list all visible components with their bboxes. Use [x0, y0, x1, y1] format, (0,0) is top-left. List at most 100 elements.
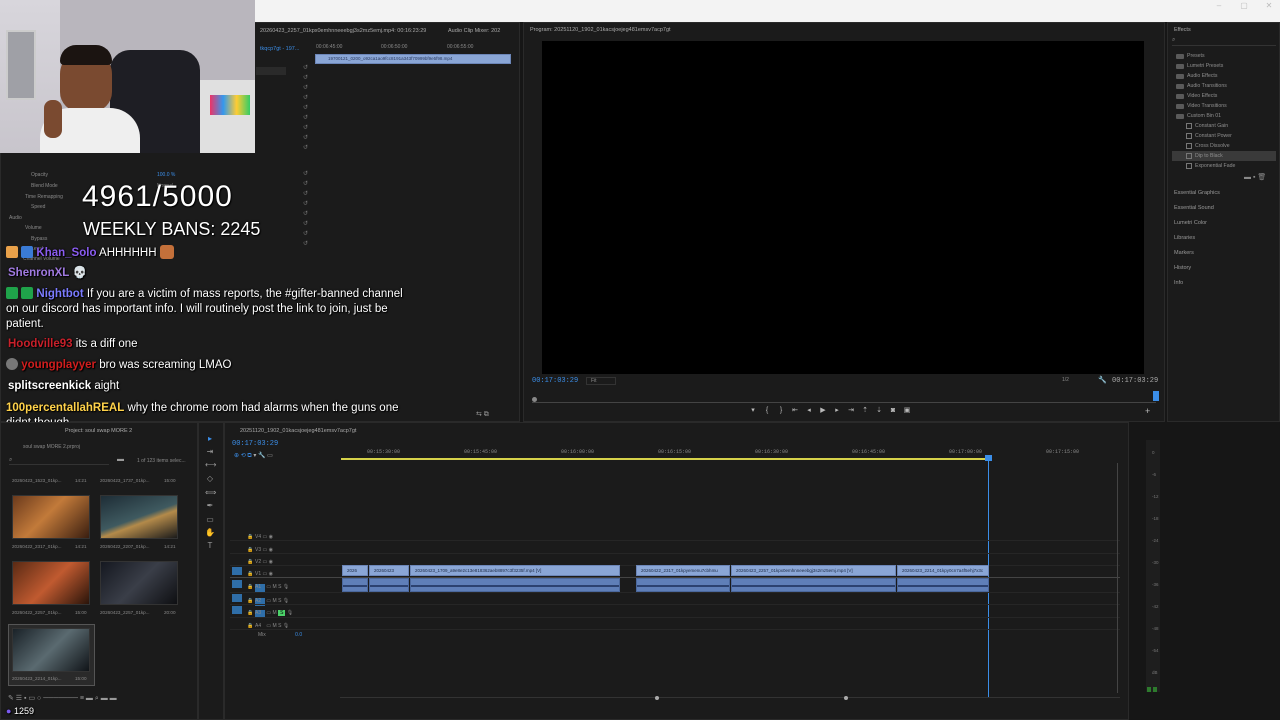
- video-clip[interactable]: 20260423_2257_01kpx0emhnneeebgj3s2mz5emj…: [731, 565, 896, 576]
- effects-search[interactable]: ⌕: [1172, 37, 1276, 46]
- timeline-options[interactable]: ⊕ ⟲ ⧉ ▾ 🔧 ▭: [234, 452, 273, 460]
- timeline-vscroll[interactable]: [1117, 463, 1122, 693]
- minimize-button[interactable]: –: [1208, 0, 1230, 14]
- rectangle-icon[interactable]: ▭: [205, 515, 215, 525]
- effects-tree-item[interactable]: Constant Power: [1172, 131, 1276, 141]
- project-tab[interactable]: Project: soul swap MORE 2: [61, 425, 161, 437]
- fit-dropdown[interactable]: Fit: [586, 377, 616, 385]
- go-to-out-icon[interactable]: ⇥: [844, 406, 858, 416]
- program-video[interactable]: [542, 41, 1144, 374]
- play-icon[interactable]: ▶: [816, 406, 830, 416]
- selection-tool-icon[interactable]: ▸: [205, 434, 215, 444]
- chat-username[interactable]: ShenronXL: [8, 267, 69, 279]
- effects-tree-item[interactable]: Presets: [1172, 51, 1276, 61]
- ripple-edit-icon[interactable]: ⟷: [205, 460, 216, 470]
- program-timecode[interactable]: 00:17:03:29: [532, 377, 578, 385]
- source-clip[interactable]: 19700121_0200_o92ca1ao9fcc8191a343f70999…: [315, 54, 511, 64]
- project-thumbnail[interactable]: [12, 495, 90, 539]
- panel-link[interactable]: Lumetri Color: [1168, 216, 1280, 231]
- opacity-value[interactable]: 100.0 %: [157, 172, 175, 178]
- video-track-header[interactable]: 🔒 V3 ▭ ◉: [232, 543, 312, 553]
- audio-clip[interactable]: [342, 578, 368, 592]
- audio-track-header[interactable]: 🔒 A3 ▭ M S 🎙: [232, 606, 327, 618]
- razor-icon[interactable]: ◇: [205, 474, 215, 484]
- step-forward-icon[interactable]: ▸: [830, 406, 844, 416]
- effects-tree-item[interactable]: Dip to Black: [1172, 151, 1276, 161]
- go-to-in-icon[interactable]: ⇤: [788, 406, 802, 416]
- resolution-dropdown[interactable]: 1/2: [1062, 377, 1069, 383]
- maximize-button[interactable]: ▢: [1233, 0, 1255, 14]
- chat-username[interactable]: Hoodville93: [8, 338, 73, 350]
- scroll-handle-right[interactable]: [844, 696, 848, 700]
- audio-clip[interactable]: [636, 578, 730, 592]
- in-marker[interactable]: [532, 397, 537, 402]
- video-track-header[interactable]: 🔒 V2 ▭ ◉: [232, 555, 312, 565]
- wrench-icon[interactable]: 🔧: [1098, 376, 1107, 384]
- effects-title[interactable]: Effects: [1170, 24, 1250, 36]
- effects-tree-item[interactable]: Audio Effects: [1172, 71, 1276, 81]
- panel-link[interactable]: Info: [1168, 276, 1280, 291]
- slip-icon[interactable]: ⟺: [205, 488, 216, 498]
- mark-in-icon[interactable]: {: [760, 406, 774, 416]
- new-bin-icon[interactable]: ▬: [117, 456, 124, 463]
- mix-track[interactable]: Mix 0.0: [258, 632, 302, 638]
- sequence-tab[interactable]: tkqcp7gt - 197...: [256, 43, 306, 55]
- close-button[interactable]: ✕: [1258, 0, 1280, 14]
- chat-username[interactable]: splitscreenkick: [8, 380, 91, 392]
- panel-link[interactable]: Libraries: [1168, 231, 1280, 246]
- project-thumbnail[interactable]: [12, 561, 90, 605]
- keyframe-buttons[interactable]: ↺ ↺ ↺ ↺ ↺ ↺ ↺ ↺ ↺: [303, 63, 309, 151]
- effects-tree-item[interactable]: Audio Transitions: [1172, 81, 1276, 91]
- panel-link[interactable]: Essential Graphics: [1168, 186, 1280, 201]
- timeline-hscroll[interactable]: [340, 696, 1120, 701]
- new-bin-icon[interactable]: ▬ ▪ 🗑: [1244, 173, 1266, 181]
- audio-track-header[interactable]: 🔒 A4 ▭ M S 🎙: [232, 619, 327, 629]
- effects-tree-item[interactable]: Custom Bin 01: [1172, 111, 1276, 121]
- source-tab[interactable]: 20260423_2257_01kpx0emhnneeebgj3s2mz5emj…: [256, 25, 426, 37]
- marker-icon[interactable]: ▾: [746, 406, 760, 416]
- video-clip[interactable]: 2026: [342, 565, 368, 576]
- project-footer-tools[interactable]: ✎ ☰ ▪ ▭ ○ ─────── ≡ ▬ ⌕ ▬ ▬: [8, 694, 193, 703]
- project-thumbnail[interactable]: [100, 495, 178, 539]
- timeline-timecode[interactable]: 00:17:03:29: [232, 440, 278, 448]
- type-icon[interactable]: T: [205, 541, 215, 551]
- compare-icon[interactable]: ▣: [900, 406, 914, 416]
- video-clip[interactable]: 20260423: [369, 565, 409, 576]
- scroll-handle-left[interactable]: [655, 696, 659, 700]
- keyframe-buttons-2[interactable]: ↺ ↺ ↺ ↺ ↺ ↺ ↺ ↺: [303, 169, 309, 249]
- step-back-icon[interactable]: ◂: [802, 406, 816, 416]
- audio-track-header[interactable]: 🔒 A1 ▭ M S 🎙: [232, 580, 327, 592]
- effects-tree-item[interactable]: Video Transitions: [1172, 101, 1276, 111]
- audio-clip[interactable]: [410, 578, 620, 592]
- effects-tree-item[interactable]: Exponential Fade: [1172, 161, 1276, 171]
- playhead-handle[interactable]: [985, 455, 992, 461]
- audio-track-header[interactable]: 🔒 A2 ▭ M S 🎙: [232, 594, 327, 606]
- program-tab[interactable]: Program: 20251120_1902_01kacsjoejeg481em…: [526, 24, 826, 36]
- export-frame-icon[interactable]: ⇆ ⧉: [476, 410, 489, 419]
- panel-link[interactable]: History: [1168, 261, 1280, 276]
- program-scrubber[interactable]: [532, 391, 1159, 403]
- effects-tree-item[interactable]: Constant Gain: [1172, 121, 1276, 131]
- audio-clip[interactable]: [897, 578, 989, 592]
- audio-clip[interactable]: [369, 578, 409, 592]
- extract-icon[interactable]: ⇣: [872, 406, 886, 416]
- chat-username[interactable]: Nightbot: [36, 288, 83, 300]
- panel-link[interactable]: Essential Sound: [1168, 201, 1280, 216]
- video-clip[interactable]: 20260423_2214_01kpy0cn7a4f5ehj7x3c: [897, 565, 989, 576]
- project-thumbnail[interactable]: [100, 561, 178, 605]
- track-select-icon[interactable]: ⇥: [205, 447, 215, 457]
- video-clip[interactable]: 20260423_1709_a9e8e2c13e818362aeb8897c3f…: [410, 565, 620, 576]
- audio-clip-mixer-tab[interactable]: Audio Clip Mixer: 202: [444, 25, 514, 37]
- timeline-tab[interactable]: 20251120_1902_01kacsjoejeg481emsv7acp7gt: [236, 425, 376, 437]
- chat-username[interactable]: youngplayyer: [21, 359, 96, 371]
- chat-username[interactable]: Khan_Solo: [36, 247, 96, 259]
- video-track-header[interactable]: 🔒 V4 ▭ ◉: [232, 530, 312, 540]
- pen-icon[interactable]: ✒: [205, 501, 215, 511]
- add-button-icon[interactable]: +: [1145, 406, 1150, 416]
- camera-icon[interactable]: ◙: [886, 406, 900, 416]
- playhead[interactable]: [1153, 391, 1159, 401]
- video-track-header[interactable]: 🔒 V1 ▭ ◉: [232, 567, 312, 577]
- mix-value[interactable]: 0.0: [295, 632, 302, 638]
- timeline-playhead[interactable]: [988, 455, 989, 697]
- project-thumbnail[interactable]: [12, 628, 90, 672]
